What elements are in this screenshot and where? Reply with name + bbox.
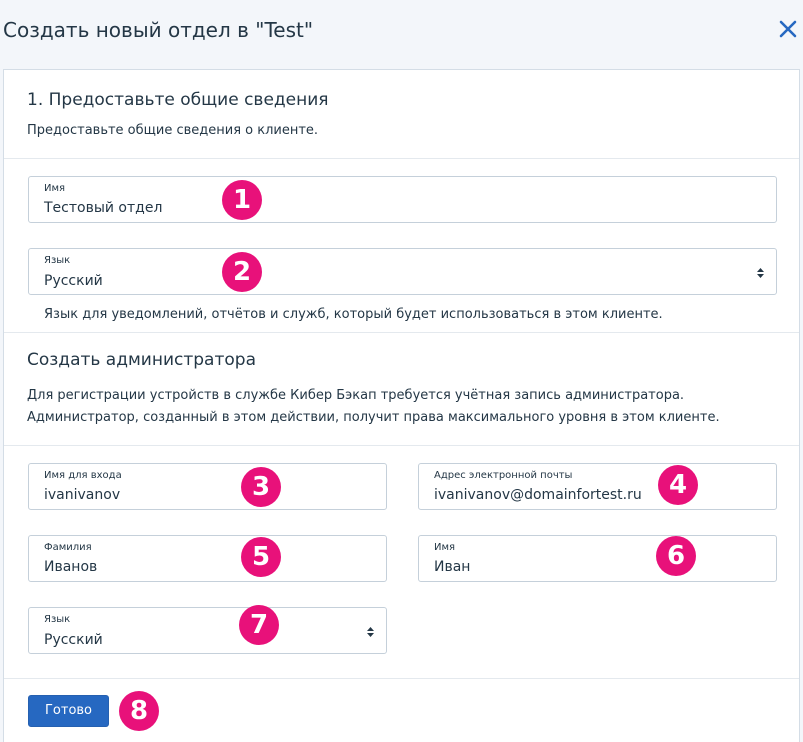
callout-badge-3: 3 <box>241 467 281 507</box>
callout-badge-6: 6 <box>656 536 696 576</box>
unit-language-label: Язык <box>44 255 71 266</box>
login-field[interactable]: Имя для входа ivanivanov <box>28 463 387 510</box>
first-name-field[interactable]: Имя Иван <box>418 535 777 582</box>
unit-name-value[interactable]: Тестовый отдел <box>44 200 162 216</box>
divider <box>4 445 799 446</box>
close-icon[interactable] <box>777 18 799 40</box>
dialog-header: Создать новый отдел в "Test" <box>0 0 803 66</box>
callout-badge-1: 1 <box>222 180 262 220</box>
unit-language-hint: Язык для уведомлений, отчётов и служб, к… <box>44 307 663 322</box>
login-label: Имя для входа <box>44 470 122 481</box>
admin-language-select[interactable]: Язык Русский <box>28 607 387 654</box>
unit-language-select[interactable]: Язык Русский <box>28 248 777 295</box>
unit-language-value: Русский <box>44 273 103 289</box>
callout-badge-7: 7 <box>239 605 279 645</box>
divider <box>4 332 799 333</box>
login-value[interactable]: ivanivanov <box>44 487 120 503</box>
callout-badge-5: 5 <box>241 537 281 577</box>
divider <box>4 158 799 159</box>
last-name-value[interactable]: Иванов <box>44 559 97 575</box>
dialog-title: Создать новый отдел в "Test" <box>3 18 314 42</box>
callout-badge-8: 8 <box>119 691 159 731</box>
admin-language-label: Язык <box>44 614 71 625</box>
section-general-description: Предоставьте общие сведения о клиенте. <box>27 123 319 138</box>
admin-section-description-2: Администратор, созданный в этом действии… <box>27 410 720 425</box>
last-name-field[interactable]: Фамилия Иванов <box>28 535 387 582</box>
section-general-heading: 1. Предоставьте общие сведения <box>27 90 329 110</box>
first-name-value[interactable]: Иван <box>434 559 470 575</box>
admin-section-heading: Создать администратора <box>27 350 256 370</box>
last-name-label: Фамилия <box>44 542 92 553</box>
email-field[interactable]: Адрес электронной почты ivanivanov@domai… <box>418 463 777 510</box>
done-button[interactable]: Готово <box>28 695 109 727</box>
admin-language-value: Русский <box>44 632 103 648</box>
divider <box>4 678 799 679</box>
admin-section-description-1: Для регистрации устройств в службе Кибер… <box>27 388 685 403</box>
callout-badge-4: 4 <box>658 465 698 505</box>
email-value[interactable]: ivanivanov@domainfortest.ru <box>434 487 642 503</box>
sort-arrows-icon <box>367 627 374 637</box>
unit-name-label: Имя <box>44 183 66 194</box>
email-label: Адрес электронной почты <box>434 470 573 481</box>
unit-name-field[interactable]: Имя Тестовый отдел <box>28 176 777 223</box>
dialog-panel: 1. Предоставьте общие сведения Предостав… <box>3 69 800 742</box>
first-name-label: Имя <box>434 542 456 553</box>
sort-arrows-icon <box>757 268 764 278</box>
callout-badge-2: 2 <box>222 252 262 292</box>
